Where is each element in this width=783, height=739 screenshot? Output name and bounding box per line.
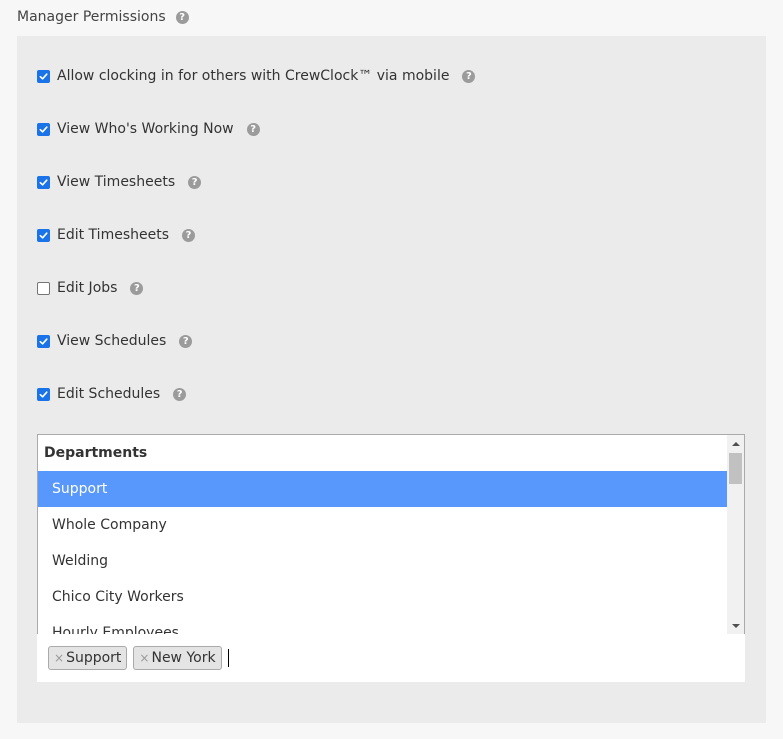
- department-option[interactable]: Hourly Employees: [38, 615, 727, 634]
- permission-label: Allow clocking in for others with CrewCl…: [57, 68, 450, 84]
- dropdown-scrollbar[interactable]: [727, 435, 744, 634]
- check-icon: [39, 178, 48, 186]
- permission-checkbox[interactable]: [37, 69, 50, 83]
- tag-label: New York: [151, 650, 216, 666]
- question-circle-icon[interactable]: ?: [182, 228, 195, 242]
- permission-checkbox[interactable]: [37, 122, 50, 136]
- tag-label: Support: [66, 650, 122, 666]
- permission-label: View Timesheets: [57, 174, 176, 190]
- scroll-up-arrow-icon[interactable]: [727, 435, 744, 452]
- permission-row-view-whos-working: View Who's Working Now ?: [37, 119, 260, 139]
- permission-checkbox[interactable]: [37, 175, 50, 189]
- text-cursor[interactable]: [227, 649, 229, 667]
- question-circle-icon[interactable]: ?: [175, 10, 189, 24]
- departments-group-label: Departments: [44, 445, 148, 461]
- question-circle-icon[interactable]: ?: [173, 387, 187, 401]
- selected-tag-support: × Support: [48, 646, 128, 670]
- close-icon[interactable]: ×: [54, 652, 64, 664]
- department-option[interactable]: Welding: [38, 543, 727, 579]
- permission-label: Edit Schedules: [57, 386, 161, 402]
- check-icon: [39, 125, 48, 133]
- section-title: Manager Permissions ?: [17, 9, 189, 25]
- permission-label: Edit Jobs: [57, 280, 118, 296]
- permission-label: View Who's Working Now: [57, 121, 234, 137]
- question-circle-icon[interactable]: ?: [179, 334, 193, 348]
- check-icon: [39, 390, 48, 398]
- section-title-label: Manager Permissions: [17, 9, 166, 25]
- scrollbar-thumb[interactable]: [729, 453, 742, 484]
- permission-row-edit-timesheets: Edit Timesheets ?: [37, 225, 195, 245]
- permission-label: Edit Timesheets: [57, 227, 169, 243]
- check-icon: [39, 337, 48, 345]
- permission-checkbox[interactable]: [37, 228, 50, 242]
- permission-row-clock-in-others: Allow clocking in for others with CrewCl…: [37, 66, 476, 86]
- department-option[interactable]: Whole Company: [38, 507, 727, 543]
- department-option[interactable]: Support: [38, 471, 727, 507]
- permission-row-edit-schedules: Edit Schedules ?: [37, 384, 187, 404]
- permission-label: View Schedules: [57, 333, 167, 349]
- permission-row-view-schedules: View Schedules ?: [37, 331, 193, 351]
- check-icon: [39, 72, 48, 80]
- departments-tag-input[interactable]: × Support × New York: [37, 634, 745, 682]
- question-circle-icon[interactable]: ?: [462, 69, 476, 83]
- question-circle-icon[interactable]: ?: [188, 175, 202, 189]
- question-circle-icon[interactable]: ?: [246, 122, 260, 136]
- department-option[interactable]: Chico City Workers: [38, 579, 727, 615]
- departments-options: Departments Support Whole Company Weldin…: [38, 435, 727, 634]
- question-circle-icon[interactable]: ?: [130, 281, 144, 295]
- permission-checkbox[interactable]: [37, 387, 50, 401]
- permission-row-edit-jobs: Edit Jobs ?: [37, 278, 144, 298]
- close-icon[interactable]: ×: [139, 652, 149, 664]
- permission-checkbox[interactable]: [37, 334, 50, 348]
- permissions-panel: Allow clocking in for others with CrewCl…: [17, 36, 766, 723]
- permission-row-view-timesheets: View Timesheets ?: [37, 172, 202, 192]
- check-icon: [39, 231, 48, 239]
- scroll-down-arrow-icon[interactable]: [727, 617, 744, 634]
- permission-checkbox[interactable]: [37, 281, 50, 295]
- selected-tag-new-york: × New York: [133, 646, 222, 670]
- departments-dropdown[interactable]: Departments Support Whole Company Weldin…: [37, 434, 745, 634]
